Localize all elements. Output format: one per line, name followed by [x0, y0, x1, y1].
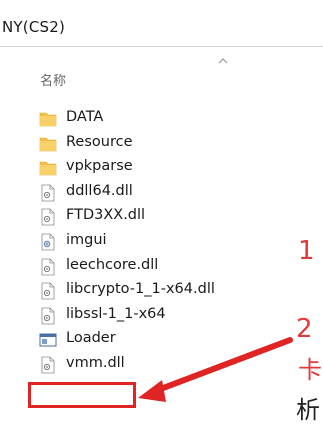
folder-icon [39, 110, 57, 128]
dll-file-icon [39, 258, 57, 276]
step-1-label: 1 [298, 236, 315, 266]
application-icon [39, 331, 57, 349]
address-bar[interactable]: NY(CS2) [0, 0, 323, 47]
file-name: DATA [66, 109, 104, 125]
dll-file-icon [39, 184, 57, 202]
file-name: FTD3XX.dll [66, 207, 146, 224]
path-text: NY(CS2) [2, 18, 66, 36]
step-2-label: 2 [296, 314, 313, 344]
file-explorer-screenshot: NY(CS2) 名称 DATA Resource vpkparse ddll64.dl… [0, 0, 323, 439]
annotation-char-black: 析 [296, 396, 320, 424]
file-row-vpkparse[interactable]: vpkparse [36, 156, 276, 180]
file-row-libcrypto-1-1-x64-dll[interactable]: libcrypto-1_1-x64.dll [36, 279, 276, 303]
file-row-data[interactable]: DATA [36, 107, 276, 131]
file-name: vmm.dll [66, 355, 125, 371]
dll-file-icon [39, 356, 57, 374]
file-row-ddll64-dll[interactable]: ddll64.dll [36, 181, 276, 205]
sort-ascending-icon[interactable] [218, 58, 228, 64]
annotation-char-red: 卡 [298, 356, 322, 384]
dll-file-icon [39, 307, 57, 325]
dll-file-icon [39, 282, 57, 300]
file-name: imgui [66, 232, 107, 248]
settings-file-icon [39, 233, 57, 251]
folder-icon [39, 159, 57, 177]
file-name: vpkparse [66, 158, 133, 175]
file-row-libssl-1-1-x64[interactable]: libssl-1_1-x64 [36, 304, 276, 328]
loader-highlight-box [28, 382, 136, 408]
file-row-vmm-dll[interactable]: vmm.dll [36, 353, 276, 377]
dll-file-icon [39, 208, 57, 226]
file-name: libcrypto-1_1-x64.dll [66, 281, 215, 298]
column-header-name[interactable]: 名称 [40, 70, 66, 89]
file-row-ftd3xx-dll[interactable]: FTD3XX.dll [36, 205, 276, 229]
file-name: ddll64.dll [66, 182, 133, 199]
file-row-resource[interactable]: Resource [36, 132, 276, 156]
file-name: libssl-1_1-x64 [66, 305, 166, 322]
file-name: leechcore.dll [66, 256, 159, 273]
file-name: Loader [66, 330, 116, 347]
file-row-loader[interactable]: Loader [36, 328, 276, 352]
file-row-leechcore-dll[interactable]: leechcore.dll [36, 255, 276, 279]
file-name: Resource [66, 133, 133, 150]
file-row-imgui[interactable]: imgui [36, 230, 276, 254]
folder-icon [39, 135, 57, 153]
